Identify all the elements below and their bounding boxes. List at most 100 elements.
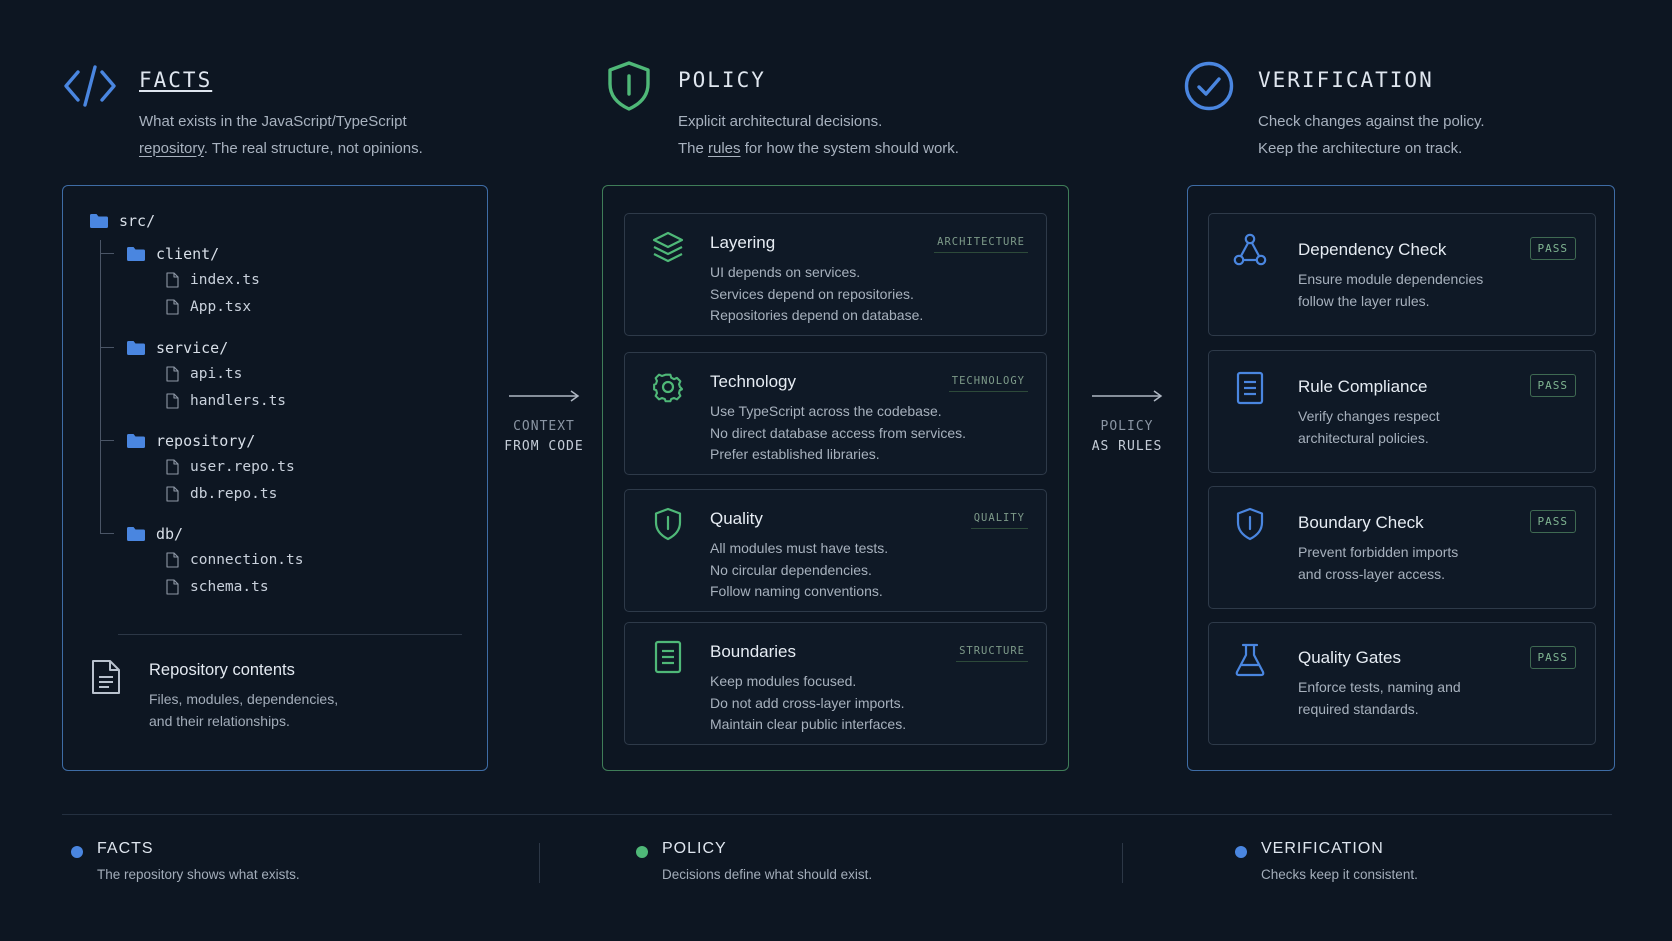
card-title: Rule Compliance: [1298, 377, 1428, 396]
tree-folder-label: db/: [156, 525, 184, 543]
tree-file[interactable]: index.ts: [166, 272, 260, 288]
tree-file-label: api.ts: [190, 366, 243, 382]
verification-card-quality-gates[interactable]: Quality Gates PASS Enforce tests, naming…: [1208, 622, 1596, 745]
shield-icon: [654, 507, 682, 541]
tree-folder[interactable]: service/: [126, 339, 228, 357]
card-title: Boundary Check: [1298, 513, 1424, 532]
layers-icon: [652, 231, 684, 263]
facts-panel: [62, 185, 488, 771]
file-icon: [166, 486, 179, 502]
card-title: Technology: [710, 372, 797, 391]
legend-dot: [71, 846, 83, 858]
legend-title: VERIFICATION: [1261, 840, 1384, 857]
tree-file-label: user.repo.ts: [190, 459, 295, 475]
folder-icon: [90, 214, 108, 228]
verification-card-dependency[interactable]: Dependency Check PASS Ensure module depe…: [1208, 213, 1596, 336]
tree-folder[interactable]: repository/: [126, 432, 255, 450]
gear-icon: [653, 373, 683, 403]
card-description: Prevent forbidden imports and cross-laye…: [1298, 544, 1459, 582]
tree-connector: [100, 240, 101, 534]
tree-file-label: connection.ts: [190, 552, 304, 568]
file-icon: [166, 552, 179, 568]
legend-dot: [1235, 846, 1247, 858]
tree-folder-label: client/: [156, 245, 220, 263]
folder-icon: [127, 527, 145, 541]
verification-title: VERIFICATION: [1258, 68, 1434, 92]
tree-folder[interactable]: client/: [126, 245, 219, 263]
card-title: Boundaries: [710, 642, 797, 661]
card-tag: QUALITY: [970, 510, 1028, 529]
tree-folder-label: src/: [119, 212, 156, 230]
card-description: Keep modules focused. Do not add cross-l…: [710, 673, 907, 732]
tree-file[interactable]: user.repo.ts: [166, 459, 295, 475]
repo-summary-description: Files, modules, dependencies, and their …: [149, 691, 339, 729]
tree-file[interactable]: handlers.ts: [166, 393, 286, 409]
card-description: Verify changes respect architectural pol…: [1298, 408, 1440, 446]
policy-description: Explicit architectural decisions. The ru…: [678, 113, 959, 157]
footer-divider: [62, 814, 1612, 815]
document-icon: [654, 640, 682, 674]
flask-icon: [1235, 643, 1265, 677]
code-brackets-icon: [64, 65, 116, 107]
folder-icon: [127, 247, 145, 261]
file-icon: [166, 393, 179, 409]
legend-dot: [636, 846, 648, 858]
tree-file[interactable]: db.repo.ts: [166, 486, 277, 502]
card-description: All modules must have tests. No circular…: [710, 540, 889, 599]
tree-connector: [100, 440, 114, 441]
card-tag: TECHNOLOGY: [948, 373, 1028, 392]
tree-file-label: db.repo.ts: [190, 486, 278, 502]
file-icon: [166, 272, 179, 288]
policy-card-layering[interactable]: Layering ARCHITECTURE UI depends on serv…: [624, 213, 1047, 336]
context-from-code-label: CONTEXT FROM CODE: [504, 419, 584, 454]
tree-connector: [100, 347, 114, 348]
card-description: UI depends on services. Services depend …: [710, 264, 924, 323]
card-title: Layering: [710, 233, 776, 252]
dependency-graph-icon: [1233, 233, 1267, 266]
tree-file-label: handlers.ts: [190, 393, 287, 409]
facts-divider: [118, 634, 462, 635]
policy-as-rules-label: POLICY AS RULES: [1091, 419, 1163, 454]
card-title: Quality: [710, 509, 763, 528]
tree-folder[interactable]: db/: [126, 525, 183, 543]
card-title: Quality Gates: [1298, 648, 1401, 667]
policy-card-boundaries[interactable]: Boundaries STRUCTURE Keep modules focuse…: [624, 622, 1047, 745]
tree-folder-label: service/: [156, 339, 229, 357]
file-icon: [166, 459, 179, 475]
folder-icon: [127, 341, 145, 355]
tree-file[interactable]: App.tsx: [166, 299, 251, 315]
legend-separator: [539, 843, 540, 883]
document-icon: [92, 660, 120, 694]
card-title: Dependency Check: [1298, 240, 1447, 259]
facts-title: FACTS: [139, 68, 213, 92]
verification-card-rule-compliance[interactable]: Rule Compliance PASS Verify changes resp…: [1208, 350, 1596, 473]
check-circle-icon: [1184, 61, 1234, 111]
rules-link[interactable]: rules: [708, 140, 741, 157]
arrow-right-icon: [1092, 390, 1163, 402]
policy-title: POLICY: [678, 68, 766, 92]
shield-icon: [608, 61, 650, 111]
tree-file[interactable]: schema.ts: [166, 579, 269, 595]
legend-description: The repository shows what exists.: [97, 867, 300, 882]
legend-description: Checks keep it consistent.: [1261, 867, 1418, 882]
legend-title: POLICY: [662, 840, 727, 857]
document-icon: [1236, 371, 1264, 405]
pass-badge: PASS: [1529, 646, 1576, 669]
pass-badge: PASS: [1529, 374, 1576, 397]
facts-description: What exists in the JavaScript/TypeScript…: [139, 113, 423, 157]
policy-card-quality[interactable]: Quality QUALITY All modules must have te…: [624, 489, 1047, 612]
repo-summary-title: Repository contents: [149, 661, 295, 679]
policy-card-technology[interactable]: Technology TECHNOLOGY Use TypeScript acr…: [624, 352, 1047, 475]
verification-card-boundary[interactable]: Boundary Check PASS Prevent forbidden im…: [1208, 486, 1596, 609]
tree-file[interactable]: connection.ts: [166, 552, 304, 568]
file-icon: [166, 366, 179, 382]
file-icon: [166, 579, 179, 595]
legend-title: FACTS: [97, 840, 154, 857]
tree-file[interactable]: api.ts: [166, 366, 242, 382]
tree-file-label: index.ts: [190, 272, 260, 288]
tree-folder-src[interactable]: src/: [89, 212, 155, 230]
repository-link[interactable]: repository: [139, 140, 204, 157]
folder-icon: [127, 434, 145, 448]
file-icon: [166, 299, 179, 315]
card-description: Use TypeScript across the codebase. No d…: [710, 403, 966, 462]
